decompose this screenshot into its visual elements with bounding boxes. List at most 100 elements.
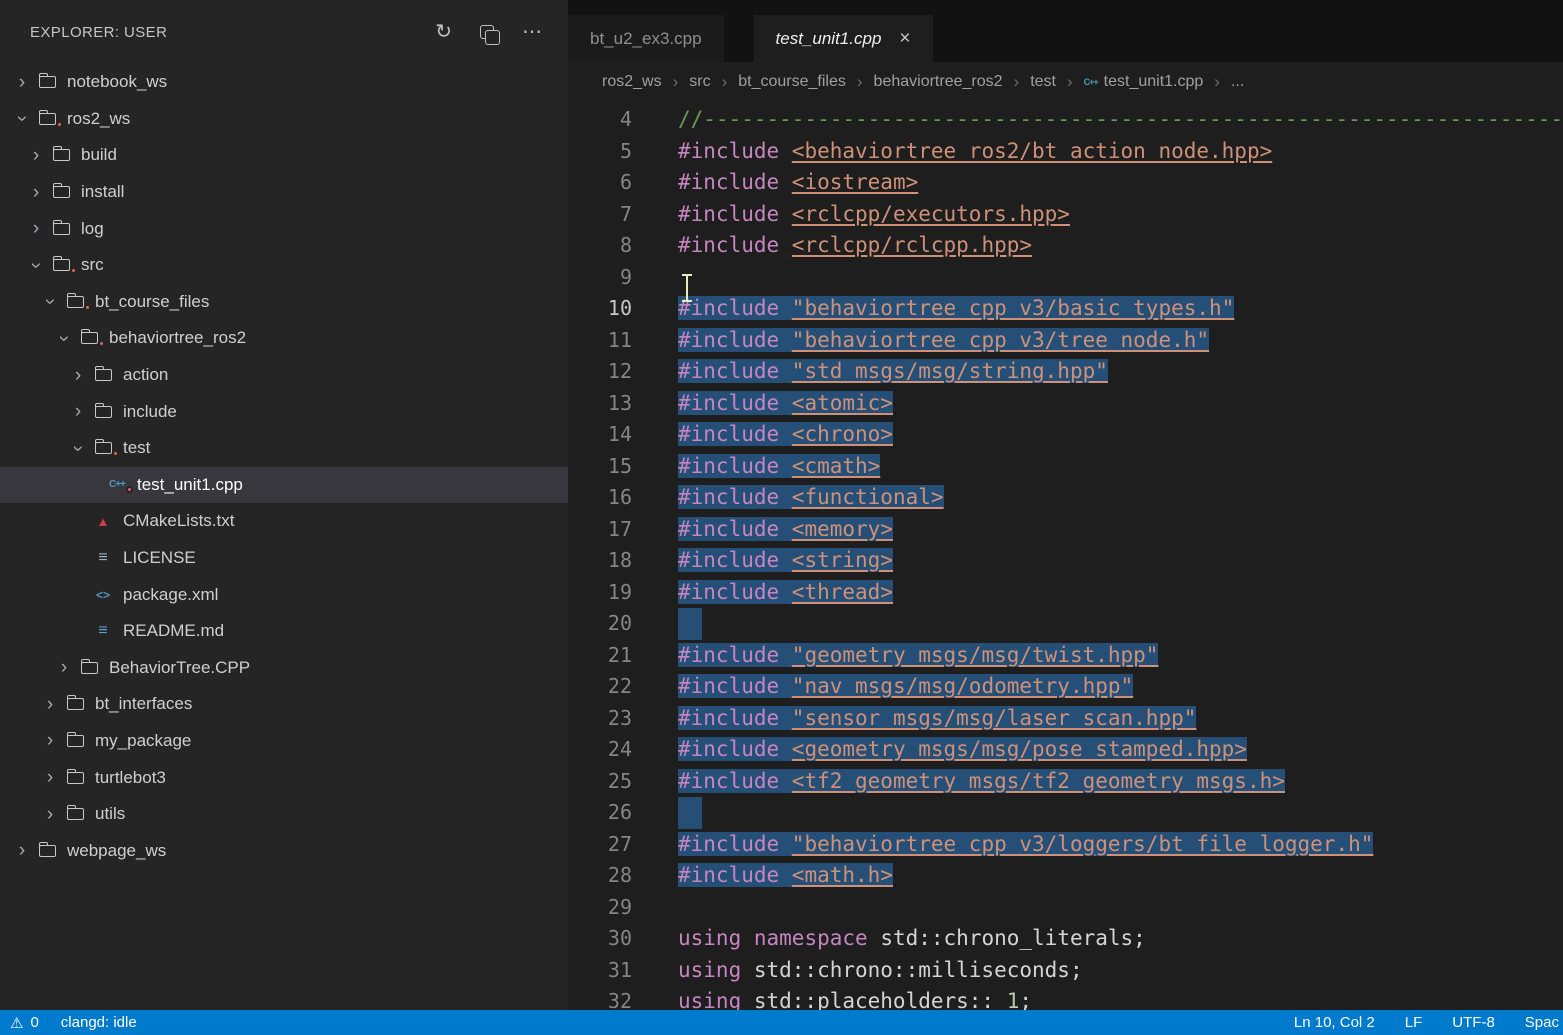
code-line-9[interactable]: 9: [568, 262, 1563, 294]
refresh-icon[interactable]: ↻: [435, 22, 452, 42]
line-number: 16: [568, 482, 632, 514]
tree-item-action[interactable]: ›action: [0, 357, 568, 394]
encoding-indicator[interactable]: UTF-8: [1452, 1014, 1495, 1031]
breadcrumb-item[interactable]: test: [1030, 73, 1056, 91]
chevron-expanded-icon[interactable]: ›: [41, 290, 60, 314]
tree-item-build[interactable]: ›build: [0, 137, 568, 174]
chevron-collapsed-icon[interactable]: ›: [38, 768, 62, 787]
copy-icon[interactable]: [480, 25, 494, 39]
code-line-26[interactable]: 26: [568, 797, 1563, 829]
tree-item-webpage_ws[interactable]: ›webpage_ws: [0, 832, 568, 869]
code-line-25[interactable]: 25#include <tf2_geometry_msgs/tf2_geomet…: [568, 766, 1563, 798]
tree-item-label: bt_interfaces: [95, 694, 192, 714]
cursor-position[interactable]: Ln 10, Col 2: [1294, 1014, 1375, 1031]
code-line-29[interactable]: 29: [568, 892, 1563, 924]
tree-item-label: CMakeLists.txt: [123, 511, 234, 531]
clangd-status[interactable]: clangd: idle: [61, 1014, 137, 1031]
tree-item-notebook_ws[interactable]: ›notebook_ws: [0, 64, 568, 101]
code-line-23[interactable]: 23#include "sensor_msgs/msg/laser_scan.h…: [568, 703, 1563, 735]
code-line-30[interactable]: 30using namespace std::chrono_literals;: [568, 923, 1563, 955]
code-line-12[interactable]: 12#include "std_msgs/msg/string.hpp": [568, 356, 1563, 388]
code-line-17[interactable]: 17#include <memory>: [568, 514, 1563, 546]
tree-item-behaviortree_ros2[interactable]: ›behaviortree_ros2: [0, 320, 568, 357]
code-line-5[interactable]: 5#include <behaviortree_ros2/bt_action_n…: [568, 136, 1563, 168]
tree-item-src[interactable]: ›src: [0, 247, 568, 284]
code-line-11[interactable]: 11#include "behaviortree_cpp_v3/tree_nod…: [568, 325, 1563, 357]
code-line-27[interactable]: 27#include "behaviortree_cpp_v3/loggers/…: [568, 829, 1563, 861]
breadcrumb-item[interactable]: src: [689, 73, 710, 91]
code-line-18[interactable]: 18#include <string>: [568, 545, 1563, 577]
breadcrumb-item[interactable]: bt_course_files: [738, 73, 846, 91]
code-line-21[interactable]: 21#include "geometry_msgs/msg/twist.hpp": [568, 640, 1563, 672]
eol-indicator[interactable]: LF: [1405, 1014, 1423, 1031]
code-line-31[interactable]: 31using std::chrono::milliseconds;: [568, 955, 1563, 987]
xml-file-icon: <>: [90, 589, 116, 601]
tree-item-BehaviorTree.CPP[interactable]: ›BehaviorTree.CPP: [0, 650, 568, 687]
chevron-expanded-icon[interactable]: ›: [55, 326, 74, 350]
breadcrumb-item[interactable]: ...: [1231, 73, 1244, 91]
code-line-14[interactable]: 14#include <chrono>: [568, 419, 1563, 451]
warning-icon: ⚠: [10, 1014, 23, 1032]
line-number: 9: [568, 262, 632, 294]
tab-test_unit1.cpp[interactable]: test_unit1.cpp×: [754, 15, 933, 62]
tree-item-README.md[interactable]: ≡README.md: [0, 613, 568, 650]
code-line-24[interactable]: 24#include <geometry_msgs/msg/pose_stamp…: [568, 734, 1563, 766]
tree-item-turtlebot3[interactable]: ›turtlebot3: [0, 759, 568, 796]
chevron-collapsed-icon[interactable]: ›: [24, 183, 48, 202]
code-line-20[interactable]: 20: [568, 608, 1563, 640]
chevron-collapsed-icon[interactable]: ›: [24, 219, 48, 238]
chevron-expanded-icon[interactable]: ›: [27, 253, 46, 277]
tree-item-ros2_ws[interactable]: ›ros2_ws: [0, 101, 568, 138]
code-line-6[interactable]: 6#include <iostream>: [568, 167, 1563, 199]
folder-icon: [48, 149, 74, 161]
code-line-7[interactable]: 7#include <rclcpp/executors.hpp>: [568, 199, 1563, 231]
code-line-8[interactable]: 8#include <rclcpp/rclcpp.hpp>: [568, 230, 1563, 262]
more-actions-icon[interactable]: ⋯: [522, 22, 542, 42]
tree-item-package.xml[interactable]: <>package.xml: [0, 576, 568, 613]
breadcrumb-item[interactable]: ros2_ws: [602, 73, 662, 91]
code-line-32[interactable]: 32using std::placeholders::_1;: [568, 986, 1563, 1010]
chevron-collapsed-icon[interactable]: ›: [24, 146, 48, 165]
tree-item-CMakeLists.txt[interactable]: ▲CMakeLists.txt: [0, 503, 568, 540]
code-line-28[interactable]: 28#include <math.h>: [568, 860, 1563, 892]
breadcrumb-item[interactable]: behaviortree_ros2: [874, 73, 1003, 91]
tree-item-utils[interactable]: ›utils: [0, 796, 568, 833]
code-line-19[interactable]: 19#include <thread>: [568, 577, 1563, 609]
tree-item-my_package[interactable]: ›my_package: [0, 723, 568, 760]
tree-item-bt_interfaces[interactable]: › bt_interfaces: [0, 686, 568, 723]
chevron-collapsed-icon[interactable]: ›: [38, 695, 62, 714]
chevron-collapsed-icon[interactable]: ›: [38, 731, 62, 750]
code-line-15[interactable]: 15#include <cmath>: [568, 451, 1563, 483]
tree-item-test[interactable]: ›test: [0, 430, 568, 467]
code-line-4[interactable]: 4//-------------------------------------…: [568, 104, 1563, 136]
tree-item-log[interactable]: ›log: [0, 210, 568, 247]
chevron-collapsed-icon[interactable]: ›: [38, 805, 62, 824]
tree-item-include[interactable]: ›include: [0, 393, 568, 430]
chevron-collapsed-icon[interactable]: ›: [10, 73, 34, 92]
tree-item-install[interactable]: ›install: [0, 174, 568, 211]
breadcrumb-label: test: [1030, 73, 1056, 91]
status-right: Ln 10, Col 2 LF UTF-8 Spac: [1294, 1014, 1559, 1031]
chevron-collapsed-icon[interactable]: ›: [66, 402, 90, 421]
chevron-collapsed-icon[interactable]: ›: [66, 366, 90, 385]
chevron-collapsed-icon[interactable]: ›: [10, 841, 34, 860]
chevron-collapsed-icon[interactable]: ›: [52, 658, 76, 677]
tree-item-LICENSE[interactable]: ≡LICENSE: [0, 540, 568, 577]
tree-item-bt_course_files[interactable]: ›bt_course_files: [0, 284, 568, 321]
breadcrumb-separator-icon: ›: [673, 72, 679, 92]
code-line-22[interactable]: 22#include "nav_msgs/msg/odometry.hpp": [568, 671, 1563, 703]
chevron-expanded-icon[interactable]: ›: [69, 436, 88, 460]
problems-indicator[interactable]: ⚠ 0: [10, 1014, 39, 1032]
breadcrumb-separator-icon: ›: [722, 72, 728, 92]
close-icon[interactable]: ×: [899, 28, 910, 50]
indentation-indicator[interactable]: Spac: [1525, 1014, 1559, 1031]
tab-bt_u2_ex3.cpp[interactable]: bt_u2_ex3.cpp: [568, 15, 724, 62]
code-line-10[interactable]: 10#include "behaviortree_cpp_v3/basic_ty…: [568, 293, 1563, 325]
code-line-13[interactable]: 13#include <atomic>: [568, 388, 1563, 420]
folder-icon: [48, 186, 74, 198]
tree-item-test_unit1.cpp[interactable]: C++test_unit1.cpp: [0, 467, 568, 504]
breadcrumb-item[interactable]: C++test_unit1.cpp: [1084, 73, 1204, 91]
chevron-expanded-icon[interactable]: ›: [13, 107, 32, 131]
code-editor[interactable]: 4//-------------------------------------…: [568, 102, 1563, 1010]
code-line-16[interactable]: 16#include <functional>: [568, 482, 1563, 514]
